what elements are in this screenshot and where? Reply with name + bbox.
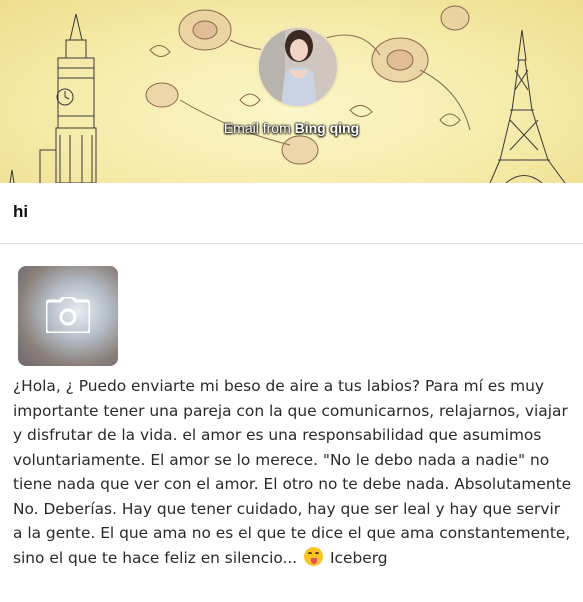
sender-avatar <box>257 26 339 108</box>
camera-icon <box>46 297 90 333</box>
subject-bar: hi <box>0 183 583 244</box>
email-body-text: ¿Hola, ¿ Puedo enviarte mi beso de aire … <box>13 377 572 567</box>
email-from-prefix: Email from <box>223 120 291 136</box>
face-savoring-food-emoji <box>304 546 324 566</box>
email-header-banner: Email from Bing qing <box>0 0 583 183</box>
email-from-caption: Email from Bing qing <box>0 120 583 136</box>
email-body: ¿Hola, ¿ Puedo enviarte mi beso de aire … <box>13 374 573 570</box>
email-signature: Iceberg <box>329 548 388 567</box>
sender-name: Bing qing <box>294 120 360 136</box>
photo-attachment[interactable] <box>18 266 118 366</box>
email-subject: hi <box>13 202 29 221</box>
